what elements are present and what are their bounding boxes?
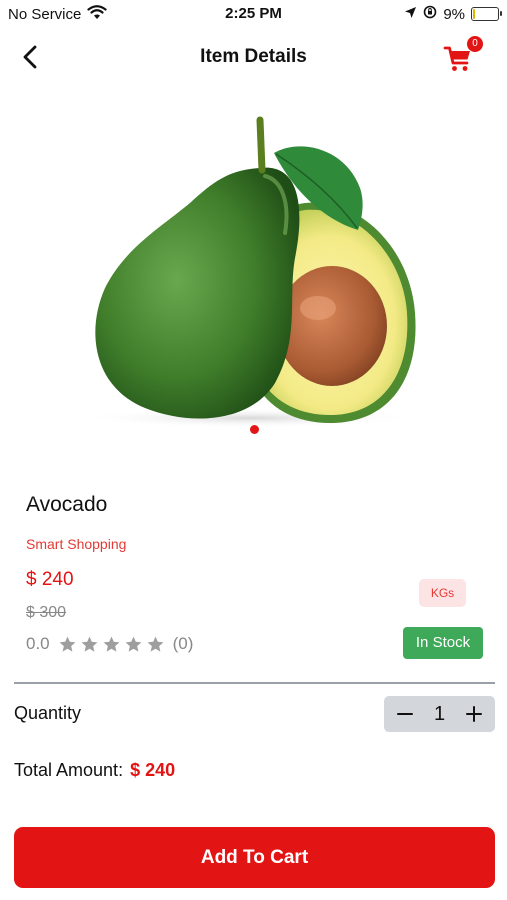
nav-bar: Item Details 0 (0, 36, 507, 78)
product-name: Avocado (26, 493, 108, 516)
unit-badge: KGs (419, 579, 466, 607)
battery-percent: 9% (443, 5, 465, 23)
star-icon (125, 636, 142, 652)
star-icon (59, 636, 76, 652)
total-amount-value: $ 240 (130, 760, 176, 780)
product-image (60, 108, 440, 428)
product-price: $ 240 (26, 569, 74, 590)
decrease-quantity-button[interactable] (394, 703, 416, 725)
carousel-indicator-dot[interactable] (250, 425, 259, 434)
minus-icon (397, 713, 413, 715)
page-title: Item Details (200, 46, 307, 67)
add-to-cart-button[interactable]: Add To Cart (14, 827, 495, 888)
rating-value: 0.0 (26, 634, 50, 653)
review-count: (0) (172, 634, 194, 653)
stock-status-badge: In Stock (403, 627, 483, 659)
orientation-lock-icon (423, 5, 437, 23)
battery-level (473, 9, 475, 19)
status-bar: No Service 2:25 PM 9% (0, 0, 507, 28)
star-icon (103, 636, 120, 652)
location-arrow-icon (404, 6, 417, 23)
rating-row: 0.0 (0) (26, 634, 193, 654)
cart-count-badge: 0 (467, 36, 483, 52)
quantity-stepper: 1 (384, 696, 495, 732)
avocado-illustration (80, 116, 420, 428)
star-icon (81, 636, 98, 652)
divider (14, 682, 495, 684)
quantity-label: Quantity (14, 703, 82, 723)
vendor-link[interactable]: Smart Shopping (26, 536, 126, 552)
plus-icon (466, 706, 482, 722)
total-amount-row: Total Amount: $ 240 (14, 760, 175, 781)
battery-icon (471, 7, 502, 21)
star-icon (147, 636, 164, 652)
product-old-price: $ 300 (26, 604, 67, 621)
rating-stars (58, 635, 165, 654)
status-bar-right: 9% (404, 5, 502, 23)
increase-quantity-button[interactable] (463, 703, 485, 725)
quantity-value: 1 (433, 702, 446, 725)
cart-button[interactable]: 0 (441, 36, 483, 74)
total-amount-label: Total Amount: (14, 760, 124, 780)
